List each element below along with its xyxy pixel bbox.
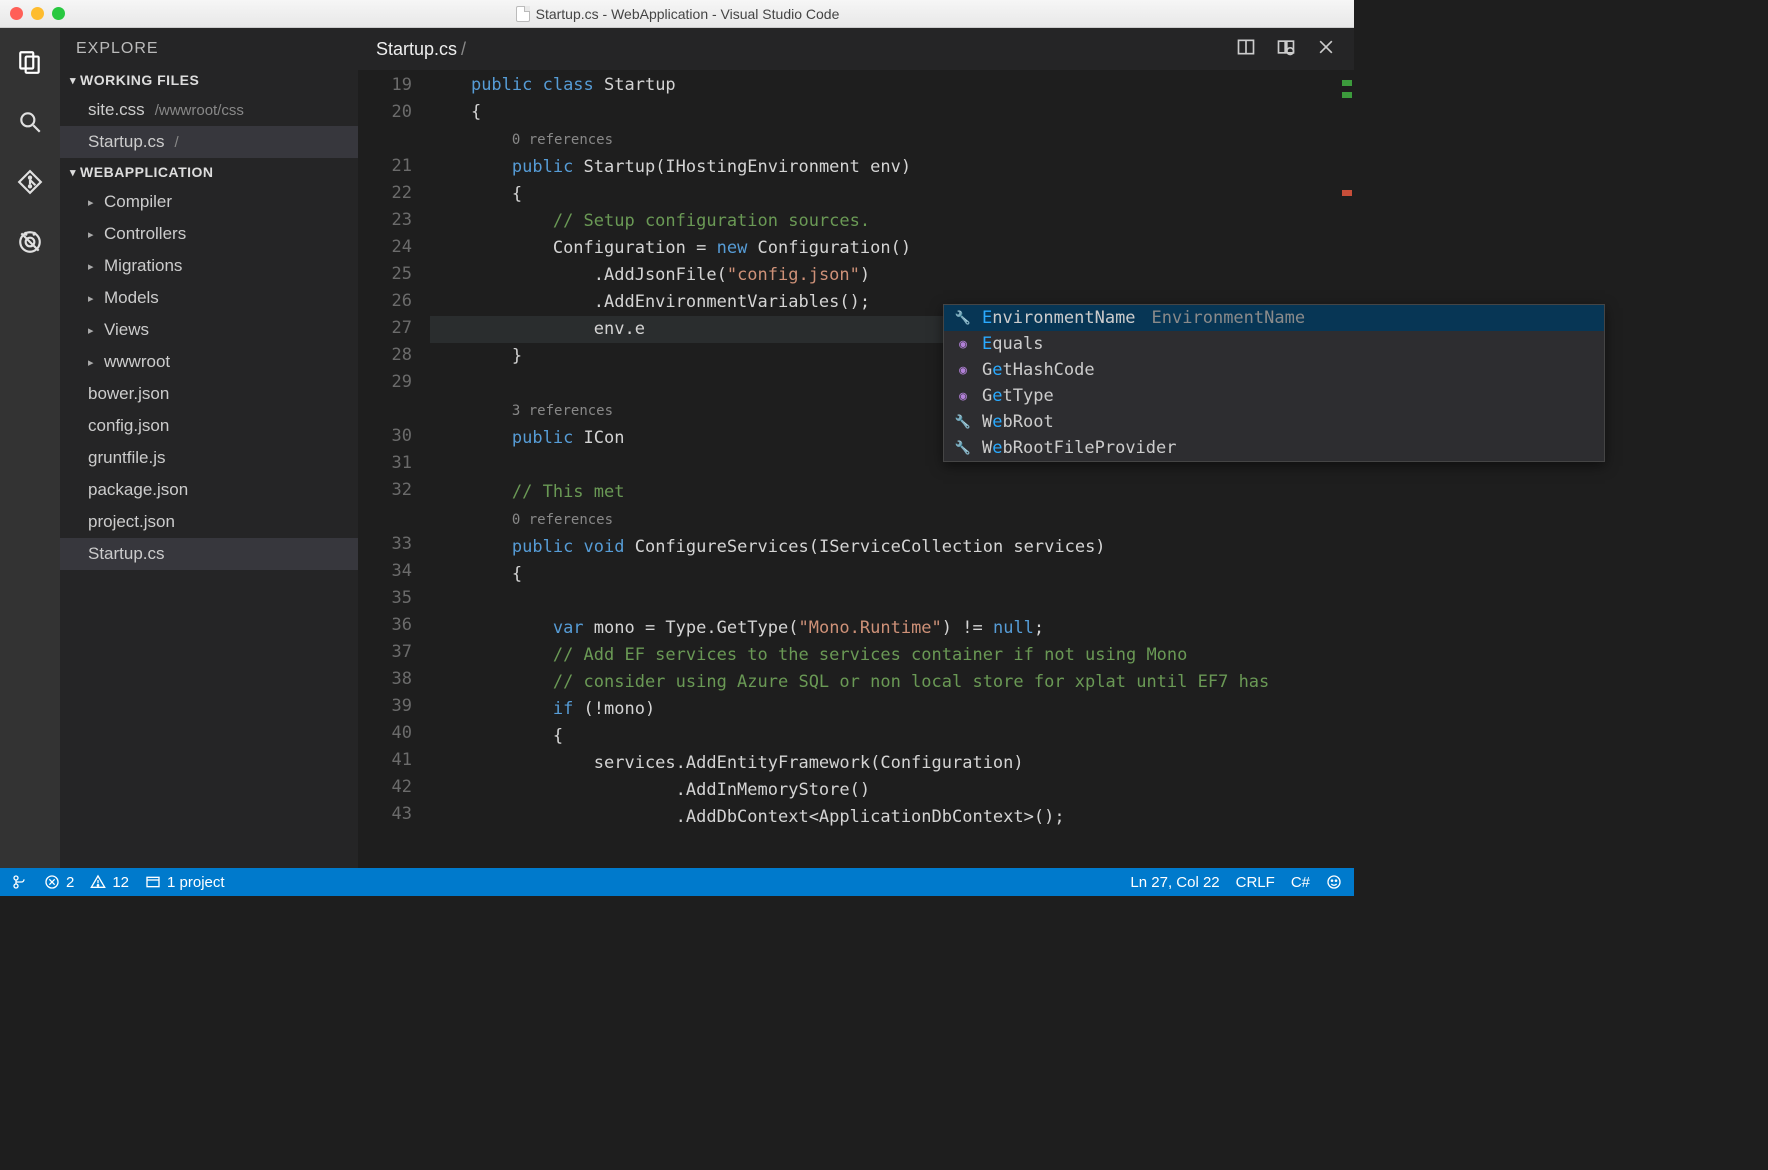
suggest-item[interactable]: ◉ GetHashCode <box>944 357 1604 383</box>
maximize-window-button[interactable] <box>52 7 65 20</box>
working-files-heading[interactable]: ▾ WORKING FILES <box>60 66 358 94</box>
project-heading[interactable]: ▾ WEBAPPLICATION <box>60 158 358 186</box>
line-gutter: 1920212223242526272829303132333435363738… <box>358 70 430 868</box>
ruler-error-marker <box>1342 190 1352 196</box>
chevron-right-icon: ▸ <box>88 356 98 369</box>
suggest-item[interactable]: ◉ GetType <box>944 383 1604 409</box>
status-bar: 2 12 1 project Ln 27, Col 22 CRLF C# <box>0 868 1354 896</box>
folder-controllers[interactable]: ▸Controllers <box>60 218 358 250</box>
editor[interactable]: 1920212223242526272829303132333435363738… <box>358 70 1354 868</box>
explorer-title: EXPLORE <box>60 28 358 66</box>
activity-bar <box>0 28 60 868</box>
working-file-site-css[interactable]: site.css /wwwroot/css <box>60 94 358 126</box>
codelens-references[interactable]: 0 references <box>512 132 613 148</box>
status-errors[interactable]: 2 <box>44 874 74 891</box>
code-area[interactable]: public class Startup { 0 references publ… <box>430 70 1338 868</box>
suggest-item[interactable]: ◉ Equals <box>944 331 1604 357</box>
chevron-right-icon: ▸ <box>88 324 98 337</box>
explorer-icon[interactable] <box>14 46 46 78</box>
chevron-down-icon: ▾ <box>70 74 76 87</box>
minimize-window-button[interactable] <box>31 7 44 20</box>
ruler-added-marker <box>1342 80 1352 86</box>
method-icon: ◉ <box>954 387 972 405</box>
tab-startup-cs[interactable]: Startup.cs/ <box>376 39 466 60</box>
property-icon: 🔧 <box>954 439 972 457</box>
file-package-json[interactable]: package.json <box>60 474 358 506</box>
file-project-json[interactable]: project.json <box>60 506 358 538</box>
chevron-right-icon: ▸ <box>88 196 98 209</box>
titlebar: Startup.cs - WebApplication - Visual Stu… <box>0 0 1354 28</box>
folder-models[interactable]: ▸Models <box>60 282 358 314</box>
codelens-references[interactable]: 3 references <box>512 403 613 419</box>
property-icon: 🔧 <box>954 413 972 431</box>
status-cursor-position[interactable]: Ln 27, Col 22 <box>1130 874 1219 891</box>
file-config-json[interactable]: config.json <box>60 410 358 442</box>
method-icon: ◉ <box>954 361 972 379</box>
status-eol[interactable]: CRLF <box>1236 874 1275 891</box>
folder-views[interactable]: ▸Views <box>60 314 358 346</box>
close-tab-icon[interactable] <box>1316 37 1336 62</box>
property-icon: 🔧 <box>954 309 972 327</box>
chevron-right-icon: ▸ <box>88 260 98 273</box>
window-controls <box>10 7 65 20</box>
editor-tabs: Startup.cs/ <box>358 28 1354 70</box>
feedback-icon[interactable] <box>1326 874 1342 890</box>
chevron-down-icon: ▾ <box>70 166 76 179</box>
overview-ruler[interactable] <box>1338 70 1354 868</box>
ruler-added-marker <box>1342 92 1352 98</box>
folder-compiler[interactable]: ▸Compiler <box>60 186 358 218</box>
folder-wwwroot[interactable]: ▸wwwroot <box>60 346 358 378</box>
file-icon <box>516 6 530 22</box>
split-editor-icon[interactable] <box>1236 37 1256 62</box>
status-language[interactable]: C# <box>1291 874 1310 891</box>
sidebar: EXPLORE ▾ WORKING FILES site.css /wwwroo… <box>60 28 358 868</box>
status-project[interactable]: 1 project <box>145 874 225 891</box>
suggest-item[interactable]: 🔧 EnvironmentName EnvironmentName <box>944 305 1604 331</box>
suggest-item[interactable]: 🔧 WebRoot <box>944 409 1604 435</box>
editor-group: Startup.cs/ 1920212223242526272829303132… <box>358 28 1354 868</box>
suggest-item[interactable]: 🔧 WebRootFileProvider <box>944 435 1604 461</box>
search-icon[interactable] <box>14 106 46 138</box>
suggest-widget[interactable]: 🔧 EnvironmentName EnvironmentName ◉ Equa… <box>943 304 1605 462</box>
chevron-right-icon: ▸ <box>88 228 98 241</box>
file-startup-cs[interactable]: Startup.cs <box>60 538 358 570</box>
file-gruntfile-js[interactable]: gruntfile.js <box>60 442 358 474</box>
status-warnings[interactable]: 12 <box>90 874 129 891</box>
folder-migrations[interactable]: ▸Migrations <box>60 250 358 282</box>
codelens-references[interactable]: 0 references <box>512 512 613 528</box>
working-file-startup-cs[interactable]: Startup.cs / <box>60 126 358 158</box>
chevron-right-icon: ▸ <box>88 292 98 305</box>
debug-icon[interactable] <box>14 226 46 258</box>
method-icon: ◉ <box>954 335 972 353</box>
git-icon[interactable] <box>14 166 46 198</box>
compare-icon[interactable] <box>1276 37 1296 62</box>
close-window-button[interactable] <box>10 7 23 20</box>
window-title: Startup.cs - WebApplication - Visual Stu… <box>536 6 840 22</box>
file-bower-json[interactable]: bower.json <box>60 378 358 410</box>
status-git[interactable] <box>12 874 28 890</box>
